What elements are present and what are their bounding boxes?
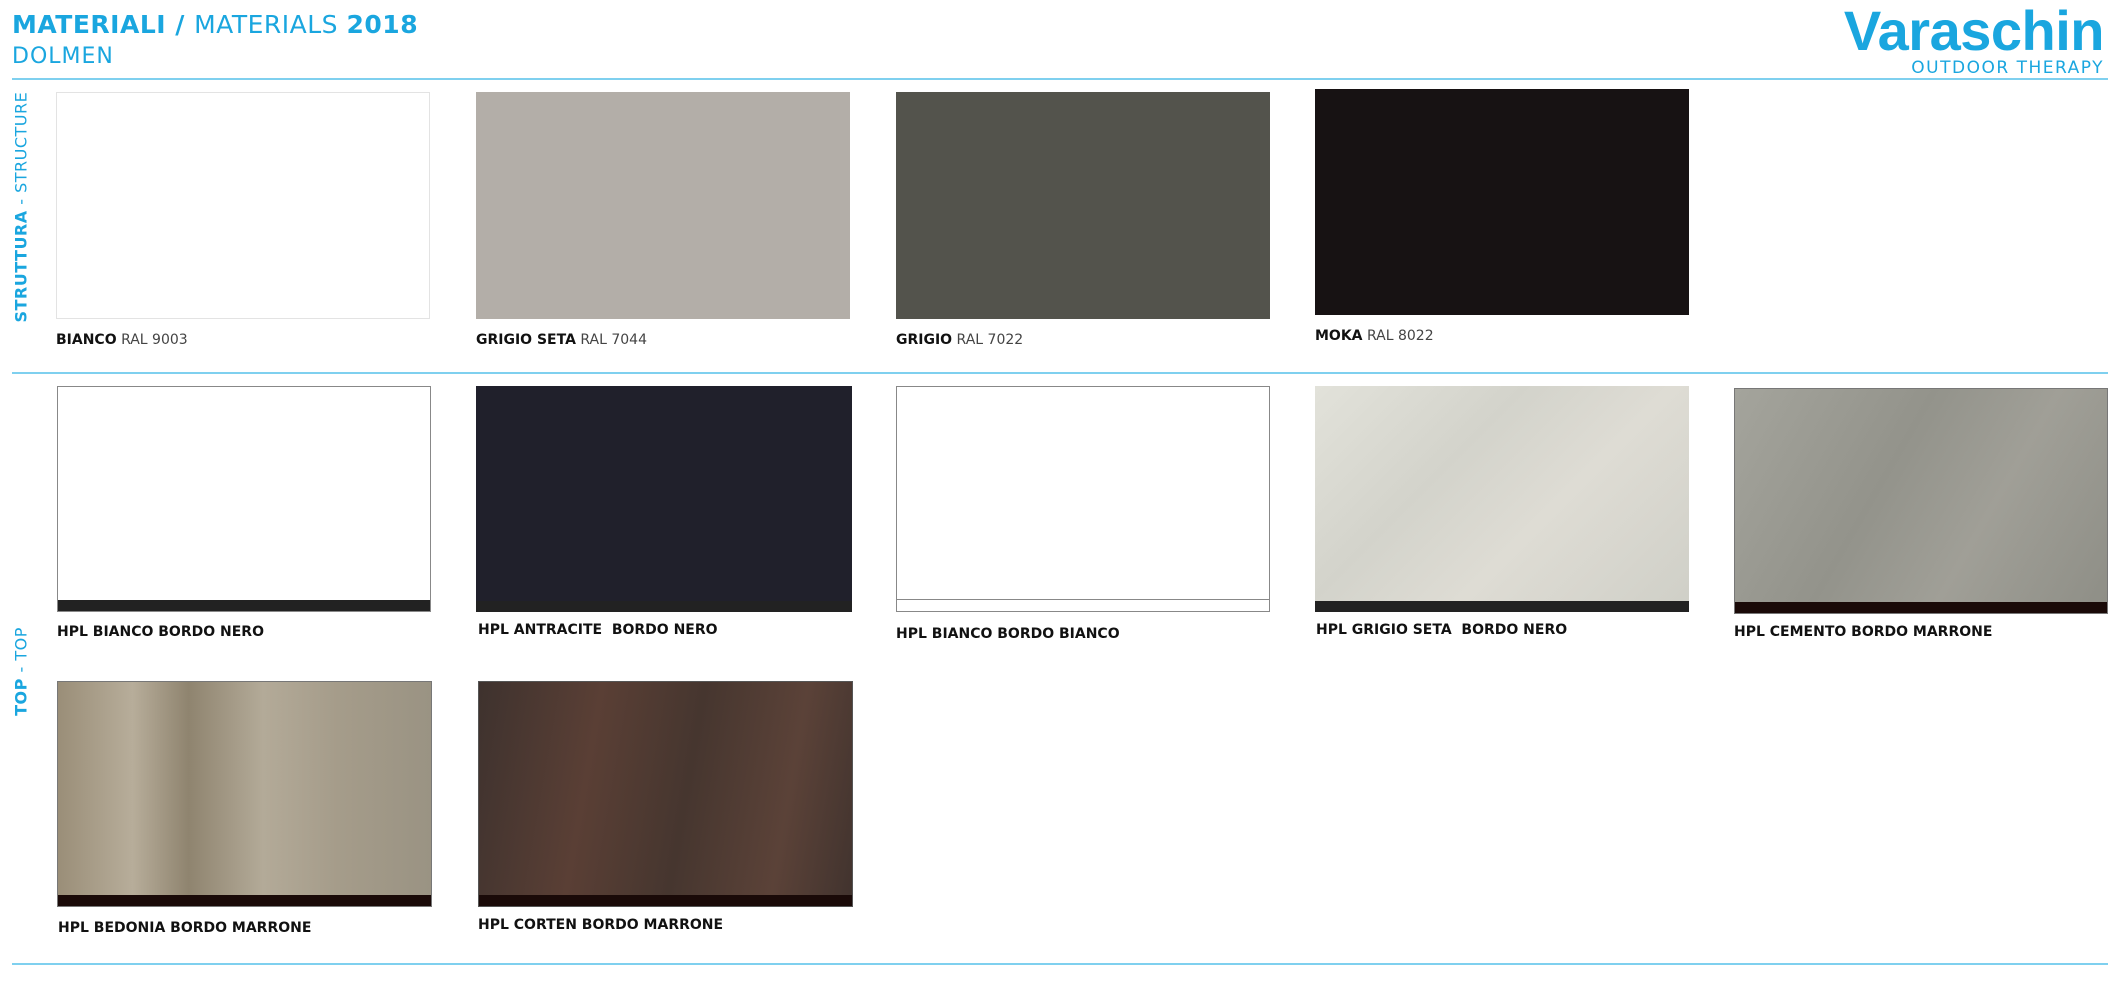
- section-label-structure: STRUTTURA - STRUCTURE: [11, 91, 31, 323]
- swatch-hpl-bianco-bordo-bianco: [896, 386, 1270, 612]
- title-italian: MATERIALI: [12, 10, 167, 39]
- swatch-hpl-bianco-bordo-nero: [57, 386, 431, 612]
- title-english: MATERIALS: [194, 10, 339, 39]
- swatch-bianco: [56, 92, 430, 319]
- swatch-grigio: [896, 92, 1270, 319]
- swatch-hpl-grigio-seta-bordo-nero: [1315, 386, 1689, 612]
- caption-hpl-antracite-bordo-nero: HPL ANTRACITE BORDO NERO: [478, 622, 718, 638]
- header-divider: [12, 78, 2108, 80]
- title-year: 2018: [346, 10, 419, 39]
- caption-hpl-bedonia-bordo-marrone: HPL BEDONIA BORDO MARRONE: [58, 920, 312, 936]
- section-divider: [12, 372, 2108, 374]
- footer-divider: [12, 963, 2108, 965]
- caption-hpl-grigio-seta-bordo-nero: HPL GRIGIO SETA BORDO NERO: [1316, 622, 1568, 638]
- edge-strip: [479, 895, 852, 906]
- edge-strip: [58, 600, 430, 611]
- caption-hpl-cemento-bordo-marrone: HPL CEMENTO BORDO MARRONE: [1734, 624, 1993, 640]
- caption-grigio-seta: GRIGIO SETA RAL 7044: [476, 332, 647, 348]
- swatch-moka: [1315, 89, 1689, 315]
- edge-strip: [58, 895, 431, 906]
- brand-tagline: OUTDOOR THERAPY: [1911, 58, 2104, 78]
- caption-hpl-bianco-bordo-bianco: HPL BIANCO BORDO BIANCO: [896, 626, 1120, 642]
- caption-grigio: GRIGIO RAL 7022: [896, 332, 1024, 348]
- swatch-hpl-corten-bordo-marrone: [478, 681, 853, 907]
- section-label-top: TOP - TOP: [11, 627, 31, 716]
- product-name: DOLMEN: [12, 44, 114, 69]
- swatch-hpl-bedonia-bordo-marrone: [57, 681, 432, 907]
- edge-strip: [476, 601, 852, 612]
- edge-strip: [1315, 601, 1689, 612]
- caption-bianco: BIANCO RAL 9003: [56, 332, 188, 348]
- swatch-hpl-cemento-bordo-marrone: [1734, 388, 2108, 614]
- caption-hpl-corten-bordo-marrone: HPL CORTEN BORDO MARRONE: [478, 917, 724, 933]
- page-title: MATERIALI / MATERIALS 2018: [12, 10, 418, 39]
- brand-logo: Varaschin: [1843, 0, 2105, 62]
- caption-moka: MOKA RAL 8022: [1315, 328, 1434, 344]
- title-separator: /: [166, 10, 195, 39]
- swatch-hpl-antracite-bordo-nero: [476, 386, 852, 612]
- caption-hpl-bianco-bordo-nero: HPL BIANCO BORDO NERO: [57, 624, 264, 640]
- edge-strip: [897, 599, 1269, 611]
- edge-strip: [1735, 602, 2107, 613]
- swatch-grigio-seta: [476, 92, 850, 319]
